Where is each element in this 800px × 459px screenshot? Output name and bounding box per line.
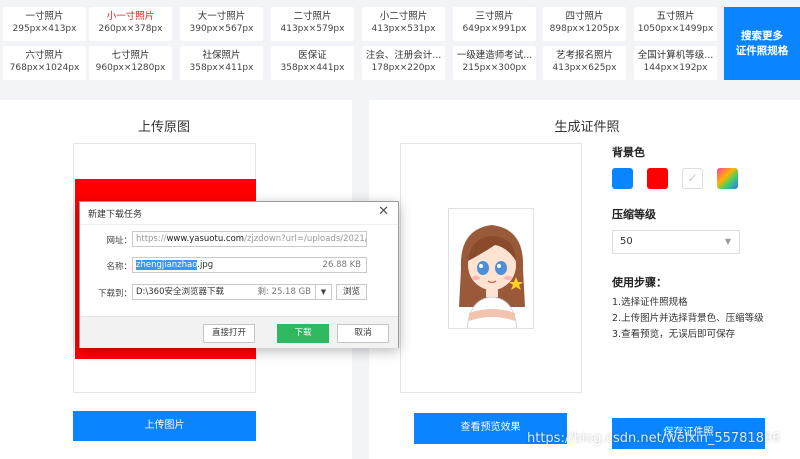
upload-image-button[interactable]: 上传图片 — [73, 411, 256, 441]
size-spec-tile[interactable]: 小一寸照片 260px×378px — [89, 7, 172, 41]
size-spec-tile[interactable]: 四寸照片 898px×1205px — [543, 7, 626, 41]
filename-ext: .jpg — [197, 260, 214, 270]
bg-swatch-red[interactable] — [647, 168, 668, 189]
file-size: 26.88 KB — [322, 260, 361, 270]
size-spec-name: 六寸照片 — [25, 50, 64, 61]
size-spec-dimensions: 295px×413px — [12, 24, 77, 34]
search-more-specs-button[interactable]: 搜索更多 证件照规格 — [724, 7, 800, 80]
watermark-text: https://blog.csdn.net/weixin_55781896 — [527, 431, 781, 446]
preview-frame — [400, 143, 582, 393]
size-spec-tile[interactable]: 六寸照片 768px×1024px — [3, 46, 86, 80]
size-spec-dimensions: 768px×1024px — [9, 63, 80, 73]
size-spec-name: 小二寸照片 — [379, 11, 428, 22]
size-spec-name: 医保证 — [298, 50, 327, 61]
url-path: /zjzdown?url=/uploads/2021/05/3 — [244, 234, 367, 244]
url-host: www.yasuotu.com — [166, 234, 245, 244]
filename-field[interactable]: zhengjianzhao.jpg 26.88 KB — [132, 257, 367, 273]
size-spec-name: 艺考报名照片 — [555, 50, 613, 61]
size-spec-tile[interactable]: 全国计算机等级... 144px×192px — [634, 46, 717, 80]
search-more-line2: 证件照规格 — [735, 45, 789, 57]
size-spec-dimensions: 144px×192px — [643, 63, 708, 73]
size-spec-dimensions: 413px×579px — [280, 24, 345, 34]
size-spec-name: 三寸照片 — [475, 11, 514, 22]
size-spec-tile[interactable]: 三寸照片 649px×991px — [453, 7, 536, 41]
size-spec-name: 大一寸照片 — [197, 11, 246, 22]
filename-label: 名称： — [106, 262, 132, 272]
generate-panel: 生成证件照 背景色 ✓ 压缩等级 50 ▼ 使用步骤： 1.选择证件照规格 2.… — [369, 100, 800, 459]
size-spec-tile[interactable]: 五寸照片 1050px×1499px — [634, 7, 717, 41]
size-spec-tile[interactable]: 一寸照片 295px×413px — [3, 7, 86, 41]
size-spec-name: 全国计算机等级... — [637, 50, 714, 61]
size-spec-name: 小一寸照片 — [106, 11, 155, 22]
size-spec-grid: 一寸照片 295px×413px 小一寸照片 260px×378px 大一寸照片 390p… — [0, 0, 800, 88]
size-spec-tile[interactable]: 医保证 358px×441px — [271, 46, 354, 80]
size-spec-dimensions: 898px×1205px — [549, 24, 620, 34]
size-spec-dimensions: 413px×531px — [371, 24, 436, 34]
close-icon[interactable]: ✕ — [378, 204, 389, 219]
size-spec-tile[interactable]: 注会、注册会计... 178px×220px — [362, 46, 445, 80]
size-spec-tile[interactable]: 大一寸照片 390px×567px — [180, 7, 263, 41]
upload-panel-title: 上传原图 — [137, 120, 190, 135]
open-directly-button[interactable]: 直接打开 — [203, 324, 255, 343]
bg-swatch-custom[interactable] — [717, 168, 738, 189]
size-spec-dimensions: 649px×991px — [462, 24, 527, 34]
size-spec-tile[interactable]: 艺考报名照片 413px×625px — [543, 46, 626, 80]
step-item: 3.查看预览，无误后即可保存 — [612, 329, 736, 340]
search-more-line1: 搜索更多 — [741, 30, 783, 42]
free-space: 剩: 25.18 GB — [257, 287, 311, 297]
size-spec-name: 注会、注册会计... — [365, 50, 442, 61]
size-spec-tile[interactable]: 小二寸照片 413px×531px — [362, 7, 445, 41]
size-spec-dimensions: 1050px×1499px — [637, 24, 714, 34]
size-spec-dimensions: 260px×378px — [98, 24, 163, 34]
size-spec-tile[interactable]: 二寸照片 413px×579px — [271, 7, 354, 41]
compression-select[interactable]: 50 ▼ — [612, 230, 740, 254]
dialog-title: 新建下载任务 — [88, 210, 143, 220]
chevron-down-icon[interactable]: ▼ — [315, 285, 331, 299]
size-spec-dimensions: 390px×567px — [189, 24, 254, 34]
size-spec-name: 五寸照片 — [656, 11, 695, 22]
bg-swatch-blue[interactable] — [612, 168, 633, 189]
step-item: 2.上传图片并选择背景色、压缩等级 — [612, 313, 764, 324]
size-spec-name: 一寸照片 — [25, 11, 64, 22]
chevron-down-icon: ▼ — [724, 237, 731, 246]
url-field[interactable]: https://www.yasuotu.com/zjzdown?url=/upl… — [132, 231, 367, 247]
size-spec-dimensions: 358px×411px — [189, 63, 254, 73]
filename-selection: zhengjianzhao — [136, 260, 198, 270]
bg-swatch-white[interactable]: ✓ — [682, 168, 703, 189]
download-task-dialog: 新建下载任务 ✕ 网址： https://www.yasuotu.com/zjz… — [79, 201, 399, 348]
destination-path: D:\360安全浏览器下载 — [136, 287, 224, 297]
dialog-footer: 直接打开 下载 取消 — [80, 316, 398, 348]
check-icon: ✓ — [687, 171, 698, 185]
size-spec-name: 二寸照片 — [293, 11, 332, 22]
background-color-label: 背景色 — [612, 146, 645, 159]
steps-label: 使用步骤： — [612, 276, 667, 289]
size-spec-dimensions: 178px×220px — [371, 63, 436, 73]
compression-label: 压缩等级 — [612, 208, 656, 221]
size-spec-dimensions: 413px×625px — [552, 63, 617, 73]
steps-list: 1.选择证件照规格 2.上传图片并选择背景色、压缩等级 3.查看预览，无误后即可… — [612, 295, 764, 343]
step-item: 1.选择证件照规格 — [612, 297, 688, 308]
cartoon-girl-image — [459, 225, 525, 328]
id-photo-preview — [448, 208, 534, 329]
compression-value: 50 — [620, 236, 633, 247]
size-spec-tile[interactable]: 一级建造师考试... 215px×300px — [453, 46, 536, 80]
size-spec-dimensions: 358px×441px — [280, 63, 345, 73]
size-spec-dimensions: 960px×1280px — [95, 63, 166, 73]
size-spec-name: 四寸照片 — [565, 11, 604, 22]
url-prefix: https:// — [136, 234, 167, 244]
size-spec-name: 一级建造师考试... — [456, 50, 533, 61]
destination-field[interactable]: D:\360安全浏览器下载 剩: 25.18 GB ▼ — [132, 284, 332, 300]
size-spec-name: 社保照片 — [202, 50, 241, 61]
size-spec-tile[interactable]: 七寸照片 960px×1280px — [89, 46, 172, 80]
destination-label: 下载到： — [97, 289, 132, 299]
size-spec-dimensions: 215px×300px — [462, 63, 527, 73]
size-spec-tile[interactable]: 社保照片 358px×411px — [180, 46, 263, 80]
cancel-button[interactable]: 取消 — [337, 324, 389, 343]
generate-panel-title: 生成证件照 — [554, 120, 620, 135]
browse-button[interactable]: 浏览 — [336, 284, 367, 300]
size-spec-name: 七寸照片 — [111, 50, 150, 61]
download-button[interactable]: 下载 — [277, 324, 329, 343]
url-label: 网址： — [106, 236, 132, 246]
